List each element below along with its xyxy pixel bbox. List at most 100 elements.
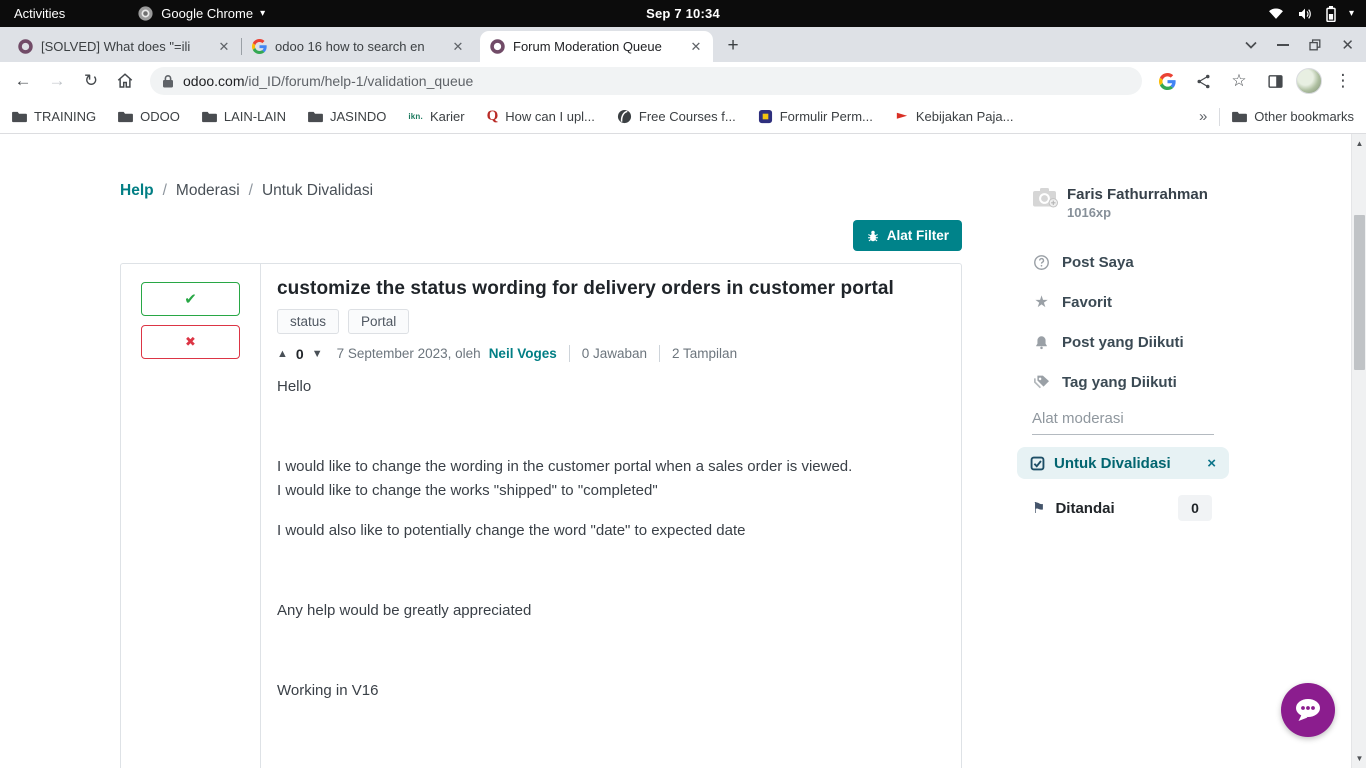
bookmark-star-icon[interactable]: ☆ [1224,66,1254,96]
post-meta: ▲ 0 ▼ 7 September 2023, oleh Neil Voges … [277,345,943,362]
moderation-tools-heading: Alat moderasi [1032,410,1214,435]
check-square-icon [1030,456,1045,471]
bookmark-folder-odoo[interactable]: ODOO [118,109,180,124]
tag-portal[interactable]: Portal [348,309,409,334]
tab-google-search[interactable]: odoo 16 how to search en ✕ [242,31,475,62]
kebab-menu-icon[interactable]: ⋮ [1328,66,1358,96]
forward-icon[interactable]: → [42,66,72,96]
tab-forum-moderation[interactable]: Forum Moderation Queue ✕ [480,31,713,62]
url-bar[interactable]: odoo.com/id_ID/forum/help-1/validation_q… [150,67,1142,95]
scrollbar-thumb[interactable] [1354,215,1365,370]
folder-icon [118,110,133,123]
other-bookmarks-button[interactable]: Other bookmarks [1232,109,1354,124]
reject-post-button[interactable]: ✖ [141,325,240,359]
scroll-down-icon[interactable]: ▼ [1352,754,1366,763]
side-panel-icon[interactable] [1260,66,1290,96]
vote-down-icon[interactable]: ▼ [312,348,323,360]
user-xp: 1016xp [1067,205,1208,220]
close-icon[interactable]: ✕ [449,38,467,56]
close-icon[interactable]: ✕ [687,38,705,56]
bookmark-label: Formulir Perm... [780,109,873,124]
breadcrumb-moderasi[interactable]: Moderasi [176,182,240,200]
bookmark-formulir[interactable]: Formulir Perm... [758,109,873,124]
tab-solved-question[interactable]: [SOLVED] What does "=ili ✕ [8,31,241,62]
user-name: Faris Fathurrahman [1067,186,1208,203]
approve-post-button[interactable]: ✔ [141,282,240,316]
livechat-button[interactable] [1281,683,1335,737]
bookmark-kebijakan[interactable]: Kebijakan Paja... [895,109,1014,124]
post-date: 7 September 2023, oleh [337,346,481,361]
form-favicon-icon [758,109,773,124]
app-menu[interactable]: Google Chrome ▾ [137,5,265,22]
bookmark-folder-lain-lain[interactable]: LAIN-LAIN [202,109,286,124]
sidebar-item-my-posts[interactable]: Post Saya [1032,250,1232,274]
body-paragraph: I would also like to potentially change … [277,519,943,543]
folder-icon [12,110,27,123]
bookmark-karier[interactable]: ikn. Karier [408,109,464,124]
camera-avatar-placeholder-icon [1032,186,1059,220]
post-author-link[interactable]: Neil Voges [489,346,557,361]
folder-icon [308,110,323,123]
minimize-button[interactable] [1277,44,1289,46]
profile-avatar[interactable] [1296,68,1322,94]
bookmarks-bar: TRAINING ODOO LAIN-LAIN JASINDO ikn. Kar… [0,100,1366,134]
restore-window-button[interactable] [1309,39,1321,51]
scroll-up-icon[interactable]: ▲ [1352,139,1366,148]
back-icon[interactable]: ← [8,66,38,96]
bookmark-folder-training[interactable]: TRAINING [12,109,96,124]
question-circle-icon [1032,254,1051,271]
post-title[interactable]: customize the status wording for deliver… [277,278,943,300]
post-body: Hello I would like to change the wording… [277,375,943,703]
new-tab-button[interactable]: + [719,32,747,60]
sidebar-item-followed-tags[interactable]: Tag yang Diikuti [1032,370,1232,394]
google-account-icon[interactable] [1152,66,1182,96]
close-window-button[interactable]: ✕ [1341,36,1354,54]
remove-filter-icon[interactable]: × [1207,455,1216,472]
folder-icon [202,110,217,123]
bookmark-label: How can I upl... [505,109,595,124]
bookmark-label: TRAINING [34,109,96,124]
flagged-label: Ditandai [1055,500,1114,517]
tab-title: [SOLVED] What does "=ili [41,39,207,54]
tab-title: odoo 16 how to search en [275,39,441,54]
sidebar-item-label: Post yang Diikuti [1062,334,1184,351]
bookmark-folder-jasindo[interactable]: JASINDO [308,109,386,124]
system-tray[interactable]: ▾ [1268,6,1366,22]
tab-search-chevron-icon[interactable] [1245,41,1257,49]
bell-icon [1032,334,1051,351]
vertical-scrollbar[interactable]: ▲ ▼ [1351,134,1366,768]
to-validate-label: Untuk Divalidasi [1054,455,1171,472]
bookmark-free-courses[interactable]: Free Courses f... [617,109,736,124]
reload-icon[interactable]: ↻ [76,66,106,96]
sidebar-item-flagged[interactable]: ⚑ Ditandai 0 [1032,495,1212,521]
bookmark-quora[interactable]: Q How can I upl... [487,108,595,125]
tag-status[interactable]: status [277,309,339,334]
body-paragraph: Any help would be greatly appreciated [277,599,943,623]
sidebar-item-followed-posts[interactable]: Post yang Diikuti [1032,330,1232,354]
bookmark-label: JASINDO [330,109,386,124]
activities-button[interactable]: Activities [0,6,79,21]
bug-filter-icon [866,229,880,243]
filter-tools-button[interactable]: Alat Filter [853,220,962,251]
odoo-favicon-icon [18,39,33,54]
sidebar-item-to-validate[interactable]: Untuk Divalidasi × [1017,447,1229,479]
breadcrumb-separator: / [249,182,253,200]
bookmark-label: Karier [430,109,465,124]
divider [569,345,570,362]
odoo-favicon-icon [490,39,505,54]
bookmarks-overflow-button[interactable]: » [1199,108,1207,125]
user-profile[interactable]: Faris Fathurrahman 1016xp [1032,186,1232,220]
chevron-down-icon: ▾ [260,9,265,19]
bookmark-label: LAIN-LAIN [224,109,286,124]
close-icon[interactable]: ✕ [215,38,233,56]
x-icon: ✖ [185,334,196,350]
vote-up-icon[interactable]: ▲ [277,348,288,360]
home-icon[interactable] [110,66,140,96]
quora-favicon-icon: Q [487,108,499,125]
share-icon[interactable] [1188,66,1218,96]
system-top-bar: Activities Google Chrome ▾ Sep 7 10:34 ▾ [0,0,1366,27]
clock[interactable]: Sep 7 10:34 [646,6,720,21]
sidebar-item-favorites[interactable]: ★ Favorit [1032,290,1232,314]
breadcrumb-help-link[interactable]: Help [120,182,154,200]
flagged-count-badge: 0 [1178,495,1212,521]
